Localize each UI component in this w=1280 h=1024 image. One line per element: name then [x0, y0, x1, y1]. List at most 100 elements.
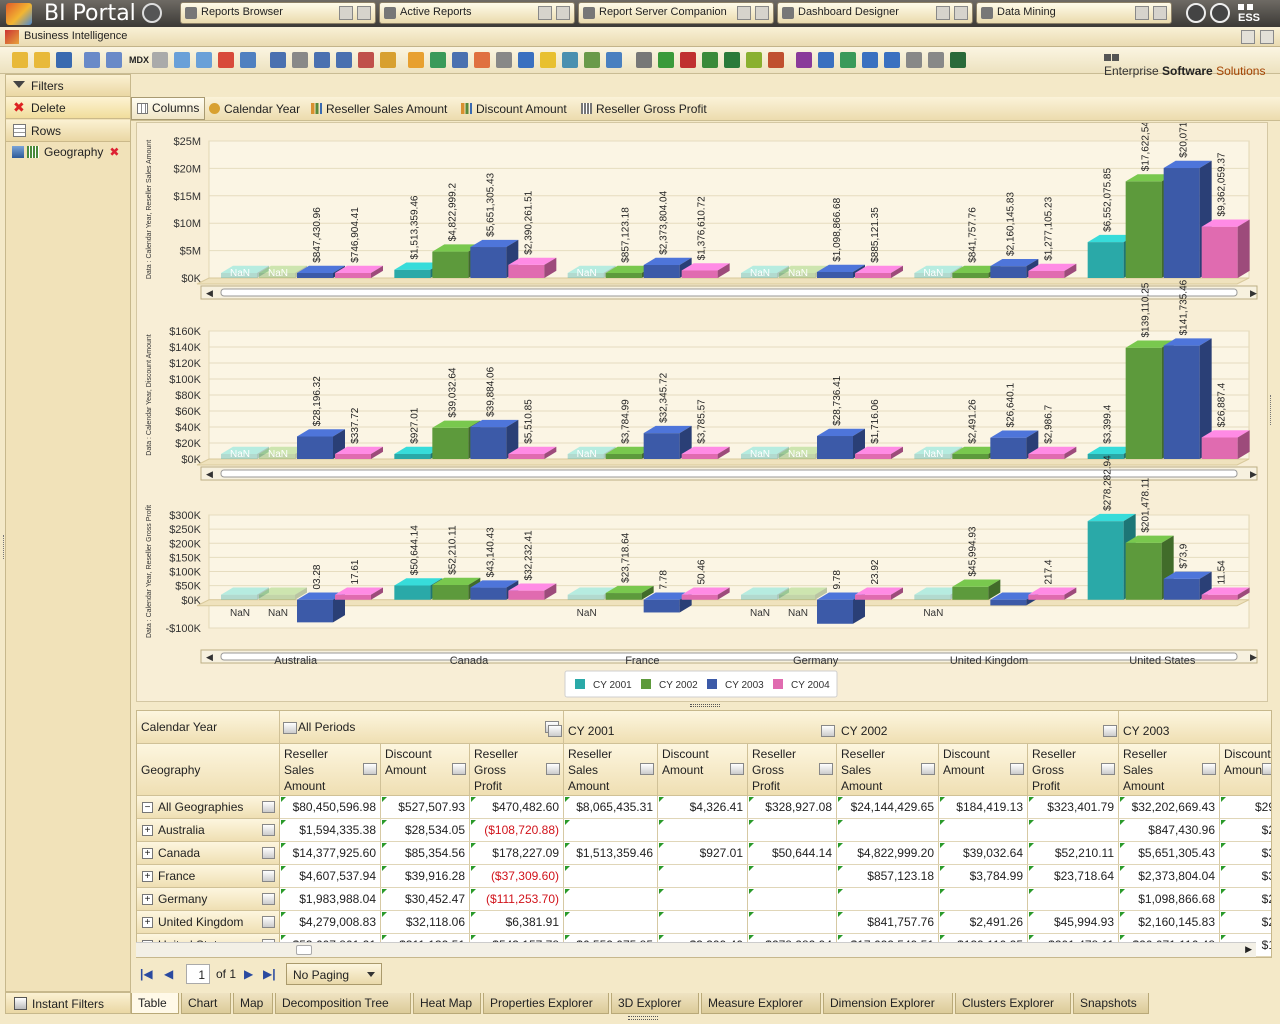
grid-cell[interactable]: $2,373,804.04	[1119, 865, 1220, 888]
bar-cy2001-france[interactable]	[567, 594, 604, 600]
window-tab-active-reports[interactable]: Active Reports	[379, 2, 575, 24]
bar-cy2002-united-states[interactable]	[1125, 347, 1162, 459]
scroll-left-icon[interactable]: ◀	[206, 652, 213, 662]
bar-cy2002-germany[interactable]	[779, 594, 815, 600]
filters-header[interactable]: Filters	[6, 75, 130, 97]
grid-cell[interactable]: $3	[1220, 865, 1271, 888]
bar-cy2004-united-kingdom[interactable]	[1028, 271, 1065, 278]
clear-icon[interactable]	[152, 52, 168, 68]
bar-cy2003-united-kingdom[interactable]	[990, 437, 1027, 459]
grid-cell[interactable]	[658, 911, 748, 934]
bar-cy2001-united-kingdom[interactable]	[914, 594, 951, 600]
page-number-input[interactable]: 1	[186, 964, 210, 984]
expand-icon[interactable]: +	[142, 848, 153, 859]
columns-icon[interactable]	[818, 52, 834, 68]
bar-cy2004-canada[interactable]	[508, 454, 545, 459]
view-tab-snapshots[interactable]: Snapshots	[1073, 993, 1149, 1014]
header-options-icon[interactable]	[452, 763, 466, 775]
header-options-icon[interactable]	[821, 725, 835, 737]
package-icon[interactable]	[746, 52, 762, 68]
grid-cell[interactable]: $3,784.99	[939, 865, 1028, 888]
bar-cy2004-france[interactable]	[681, 454, 718, 459]
next-page-icon[interactable]: ▶	[244, 967, 253, 981]
grid-horizontal-scrollbar[interactable]: ▶	[136, 942, 1256, 957]
scroll-thumb[interactable]	[220, 652, 1238, 661]
grid-cell[interactable]: $24,144,429.65	[837, 796, 939, 819]
header-options-icon[interactable]	[730, 763, 744, 775]
fit-icon[interactable]	[240, 52, 256, 68]
instant-filters-button[interactable]: Instant Filters	[5, 992, 131, 1014]
snapshot-icon[interactable]	[606, 52, 622, 68]
bar-cy2003-australia[interactable]	[297, 436, 333, 459]
edit-icon[interactable]	[380, 52, 396, 68]
bar-cy2001-canada[interactable]	[394, 269, 431, 278]
geography-header[interactable]: Geography	[137, 744, 280, 796]
grid-cell[interactable]: $1,098,866.68	[1119, 888, 1220, 911]
redo-icon[interactable]	[884, 52, 900, 68]
bar-cy2004-canada[interactable]	[508, 590, 545, 600]
bar-cy2003-united-states[interactable]	[1163, 345, 1200, 459]
restore-icon[interactable]	[556, 6, 570, 20]
grid-cell[interactable]: $39,916.28	[381, 865, 470, 888]
grid-cell[interactable]: $52,210.11	[1028, 842, 1119, 865]
header-options-icon[interactable]	[546, 763, 560, 775]
export-icon[interactable]	[658, 52, 674, 68]
bar-cy2002-united-kingdom[interactable]	[952, 454, 989, 459]
grid-cell[interactable]	[939, 819, 1028, 842]
grid-cell[interactable]: ($111,253.70)	[470, 888, 564, 911]
window-icon[interactable]	[928, 52, 944, 68]
excel-icon[interactable]	[702, 52, 718, 68]
bar-cy2002-france[interactable]	[605, 454, 642, 459]
grid-cell[interactable]: $2	[1220, 888, 1271, 911]
mdx-button[interactable]: MDX	[129, 55, 149, 71]
grid-cell[interactable]: $184,419.13	[939, 796, 1028, 819]
grid-cell[interactable]: $4,607,537.94	[280, 865, 381, 888]
grid-cell[interactable]: $527,507.93	[381, 796, 470, 819]
bar-cy2003-germany[interactable]	[817, 271, 853, 278]
year-group-header[interactable]: CY 2001	[564, 711, 838, 744]
grid-cell[interactable]: $85,354.56	[381, 842, 470, 865]
zoom-reset-icon[interactable]	[218, 52, 234, 68]
table-view-icon[interactable]	[106, 52, 122, 68]
year-group-header[interactable]: CY 2003	[1119, 711, 1271, 744]
header-options-icon[interactable]	[921, 763, 935, 775]
grid-cell[interactable]: $1,513,359.46	[564, 842, 658, 865]
view-tab-properties-explorer[interactable]: Properties Explorer	[483, 993, 609, 1014]
save-icon[interactable]	[56, 52, 72, 68]
scroll-thumb[interactable]	[296, 945, 312, 955]
row-options-icon[interactable]	[262, 893, 275, 905]
grid-cell[interactable]: $50,644.14	[748, 842, 837, 865]
bar-cy2002-australia[interactable]	[259, 594, 295, 600]
bar-cy2004-france[interactable]	[681, 594, 718, 600]
columns-header[interactable]: Columns	[131, 97, 205, 120]
grid-cell[interactable]	[748, 888, 837, 911]
bar-cy2001-united-states[interactable]	[1087, 242, 1124, 278]
row-options-icon[interactable]	[262, 847, 275, 859]
view-tab-decomposition-tree[interactable]: Decomposition Tree	[275, 993, 411, 1014]
bar-cy2003-united-states[interactable]	[1163, 168, 1200, 278]
layout-icon[interactable]	[314, 52, 330, 68]
prev-page-icon[interactable]: ◀	[164, 967, 173, 981]
bar-cy2004-united-states[interactable]	[1201, 226, 1238, 278]
camera-icon[interactable]	[906, 52, 922, 68]
grid-row-label[interactable]: − All Geographies	[137, 796, 280, 819]
paging-mode-select[interactable]: No Paging	[286, 963, 382, 985]
globe-icon[interactable]	[430, 52, 446, 68]
bar-cy2003-germany[interactable]	[817, 436, 853, 459]
bar-cy2003-germany[interactable]	[817, 599, 853, 624]
bar-cy2002-france[interactable]	[605, 273, 642, 278]
bar-cy2002-united-kingdom[interactable]	[952, 273, 989, 278]
grid-cell[interactable]: $32,118.06	[381, 911, 470, 934]
grid-cell[interactable]: $927.01	[658, 842, 748, 865]
restore-icon[interactable]	[357, 6, 371, 20]
dimension-icon[interactable]	[562, 52, 578, 68]
grid-cell[interactable]: $30,452.47	[381, 888, 470, 911]
pin-icon[interactable]	[1135, 6, 1149, 20]
view-tab-chart[interactable]: Chart	[181, 993, 231, 1014]
grid-cell[interactable]: $39,032.64	[939, 842, 1028, 865]
grid-cell[interactable]	[658, 865, 748, 888]
column-chip-gross-profit[interactable]: Reseller Gross Profit	[581, 102, 707, 116]
bar-chart-icon[interactable]	[408, 52, 424, 68]
bar-cy2003-canada[interactable]	[470, 247, 507, 278]
grid-cell[interactable]: $2	[1220, 911, 1271, 934]
